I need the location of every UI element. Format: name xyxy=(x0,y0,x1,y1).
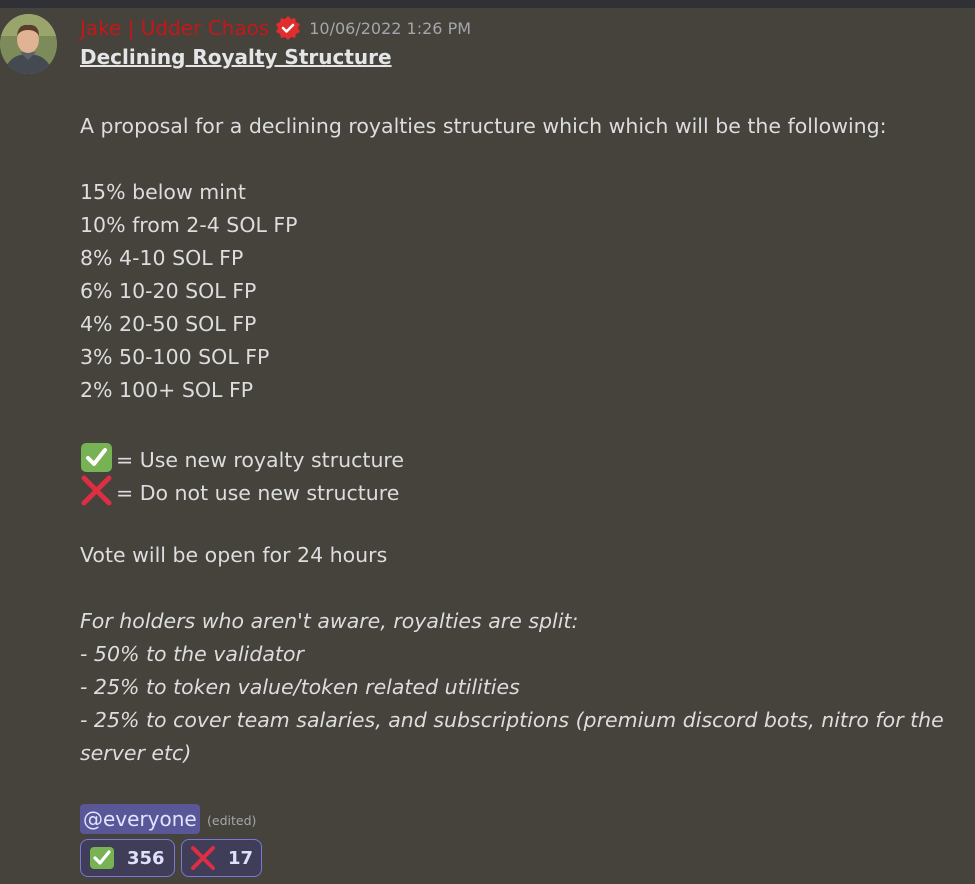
top-bar xyxy=(0,0,975,8)
check-mark-icon xyxy=(81,443,112,472)
author-name[interactable]: Jake | Udder Chaos xyxy=(80,16,269,40)
split-line: - 25% to token value/token related utili… xyxy=(80,675,520,699)
tier-line: 8% 4-10 SOL FP xyxy=(80,246,244,270)
split-line: - 50% to the validator xyxy=(80,642,304,666)
avatar-photo xyxy=(0,14,57,74)
split-line: For holders who aren't aware, royalties … xyxy=(80,609,579,633)
option-yes: = Use new royalty structure xyxy=(80,442,404,474)
option-no-label: = Do not use new structure xyxy=(116,481,400,505)
reaction-count: 356 xyxy=(127,847,165,869)
avatar[interactable] xyxy=(0,14,57,74)
cross-mark-icon xyxy=(81,475,112,506)
tier-line: 4% 20-50 SOL FP xyxy=(80,312,257,336)
verified-badge-icon xyxy=(276,16,301,40)
tier-line: 6% 10-20 SOL FP xyxy=(80,279,257,303)
everyone-mention[interactable]: @everyone xyxy=(80,804,200,834)
option-yes-label: = Use new royalty structure xyxy=(116,448,405,472)
tier-line: 15% below mint xyxy=(80,180,246,204)
split-line: - 25% to cover team salaries, and subscr… xyxy=(80,708,944,732)
message-timestamp[interactable]: 10/06/2022 1:26 PM xyxy=(309,19,471,38)
message-title: Declining Royalty Structure xyxy=(80,45,392,69)
edited-label: (edited) xyxy=(207,813,257,828)
option-no: = Do not use new structure xyxy=(80,475,399,507)
reaction-check[interactable]: 356 xyxy=(80,839,175,877)
message-header: Jake | Udder Chaos 10/06/2022 1:26 PM xyxy=(80,14,471,42)
reaction-cross[interactable]: 17 xyxy=(181,839,262,877)
reaction-count: 17 xyxy=(228,847,254,869)
tier-line: 10% from 2-4 SOL FP xyxy=(80,213,298,237)
tier-line: 3% 50-100 SOL FP xyxy=(80,345,270,369)
check-mark-icon xyxy=(90,847,114,869)
intro-text: A proposal for a declining royalties str… xyxy=(80,114,887,138)
vote-duration-text: Vote will be open for 24 hours xyxy=(80,543,388,567)
tier-line: 2% 100+ SOL FP xyxy=(80,378,254,402)
cross-mark-icon xyxy=(191,846,215,870)
split-line: server etc) xyxy=(80,741,192,765)
